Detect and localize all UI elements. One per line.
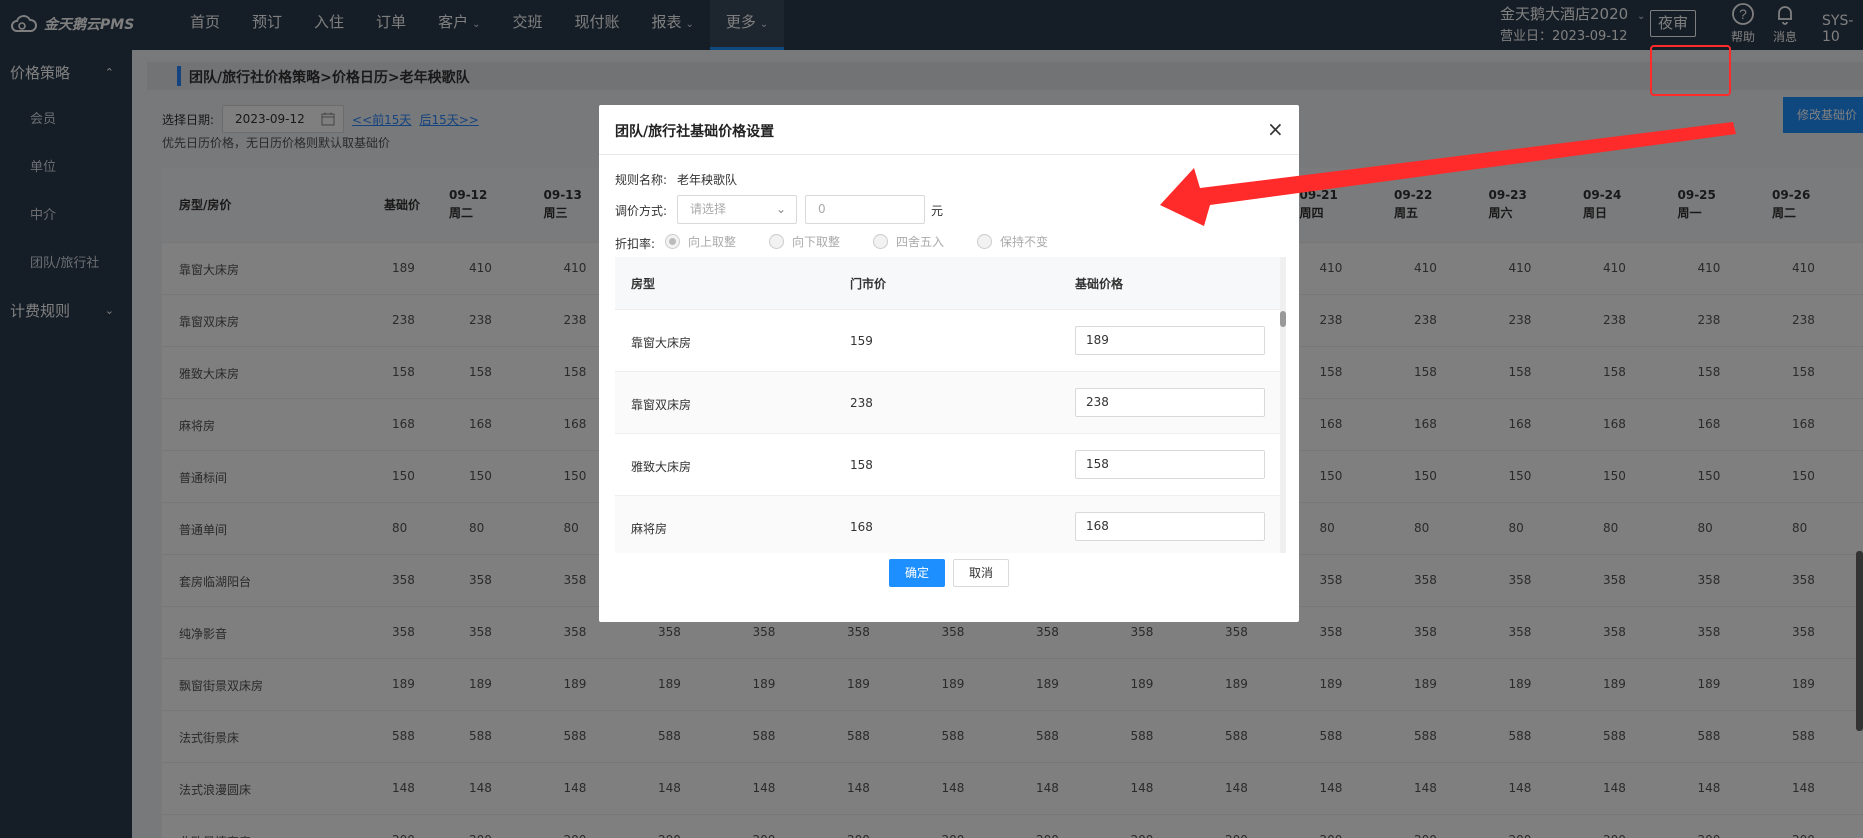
- annotation-highlight-box: [1650, 45, 1731, 96]
- modal-room-name: 靠窗双床房: [631, 398, 692, 412]
- discount-radio[interactable]: 四舍五入: [873, 233, 944, 250]
- rule-name-value: 老年秧歌队: [677, 173, 738, 187]
- rule-name-label: 规则名称:: [615, 173, 668, 187]
- modal-table-scrollbar[interactable]: [1280, 257, 1286, 553]
- discount-option-label: 保持不变: [1000, 235, 1049, 249]
- base-price-input[interactable]: 168: [1075, 512, 1265, 541]
- discount-radio[interactable]: 向上取整: [665, 233, 736, 250]
- base-price-modal: 团队/旅行社基础价格设置 × 规则名称: 老年秧歌队 调价方式: 请选择 ⌄ 0…: [599, 105, 1299, 622]
- modal-col-header: 门市价: [850, 277, 887, 291]
- modal-header: 团队/旅行社基础价格设置 ×: [599, 105, 1299, 155]
- radio-icon: [977, 234, 992, 249]
- adjust-method-placeholder: 请选择: [690, 202, 727, 216]
- discount-radio[interactable]: 向下取整: [769, 233, 840, 250]
- discount-option-label: 向下取整: [792, 235, 841, 249]
- close-icon[interactable]: ×: [1267, 117, 1284, 141]
- adjust-amount-input[interactable]: 0: [805, 195, 925, 224]
- modal-room-name: 麻将房: [631, 522, 668, 536]
- scrollbar-thumb[interactable]: [1280, 311, 1286, 327]
- modal-table-header: 房型 门市价 基础价格: [615, 257, 1283, 309]
- base-price-input[interactable]: 238: [1075, 388, 1265, 417]
- modal-col-header: 房型: [631, 277, 656, 291]
- modal-table-row: 靠窗大床房 159 189: [615, 309, 1283, 371]
- radio-icon: [873, 234, 888, 249]
- base-price-input[interactable]: 158: [1075, 450, 1265, 479]
- discount-option-label: 四舍五入: [896, 235, 945, 249]
- modal-col-header: 基础价格: [1075, 277, 1124, 291]
- chevron-down-icon: ⌄: [775, 202, 786, 216]
- modal-rack-price: 238: [850, 396, 873, 410]
- adjust-method-select[interactable]: 请选择 ⌄: [677, 195, 797, 224]
- modal-rack-price: 158: [850, 458, 873, 472]
- modal-room-name: 雅致大床房: [631, 460, 692, 474]
- modal-table-row: 麻将房 168 168: [615, 495, 1283, 553]
- base-price-table: 房型 门市价 基础价格靠窗大床房 159 189 靠窗双床房 238 238 雅致大床房 158 1…: [615, 257, 1283, 553]
- modal-room-name: 靠窗大床房: [631, 336, 692, 350]
- modal-table-row: 雅致大床房 158 158: [615, 433, 1283, 495]
- discount-label: 折扣率:: [615, 237, 656, 251]
- discount-option-label: 向上取整: [688, 235, 737, 249]
- discount-radio[interactable]: 保持不变: [977, 233, 1048, 250]
- cancel-button[interactable]: 取消: [953, 559, 1009, 587]
- adjust-method-label: 调价方式:: [615, 204, 668, 218]
- base-price-input[interactable]: 189: [1075, 326, 1265, 355]
- modal-title: 团队/旅行社基础价格设置: [615, 124, 775, 140]
- modal-rack-price: 159: [850, 334, 873, 348]
- page-scrollbar[interactable]: [1856, 551, 1863, 731]
- modal-rack-price: 168: [850, 520, 873, 534]
- radio-icon: [769, 234, 784, 249]
- unit-label: 元: [931, 204, 944, 218]
- radio-icon: [665, 234, 680, 249]
- modal-table-row: 靠窗双床房 238 238: [615, 371, 1283, 433]
- confirm-button[interactable]: 确定: [889, 559, 945, 587]
